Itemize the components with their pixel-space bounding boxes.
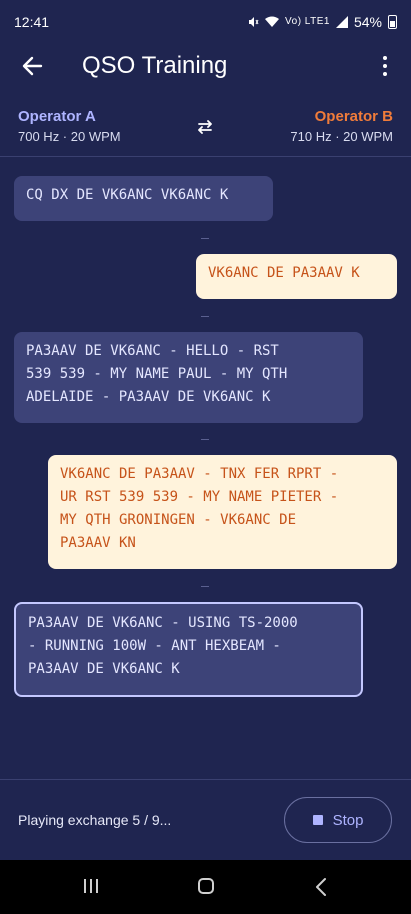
stop-button[interactable]: Stop (284, 797, 392, 843)
home-button[interactable] (198, 878, 214, 894)
message-bubble-operator-a: CQ DX DE VK6ANC VK6ANC K (14, 176, 273, 221)
page-title: QSO Training (82, 52, 228, 79)
battery-icon (388, 15, 397, 29)
wifi-icon (265, 16, 280, 27)
network-icons: Vo) LTE1 (285, 16, 330, 27)
operator-header: Operator A 700 Hz · 20 WPM Operator B 71… (0, 100, 411, 156)
operator-b[interactable]: Operator B 710 Hz · 20 WPM (290, 108, 393, 144)
app-bar: QSO Training (0, 44, 411, 88)
back-button[interactable] (16, 50, 48, 82)
message-list[interactable]: CQ DX DE VK6ANC VK6ANC K VK6ANC DE PA3AA… (0, 157, 411, 779)
message-separator (201, 316, 209, 317)
playback-footer: Playing exchange 5 / 9... Stop (0, 780, 411, 860)
message-bubble-operator-b: VK6ANC DE PA3AAV - TNX FER RPRT - UR RST… (48, 455, 397, 569)
stop-icon (312, 815, 323, 825)
operator-b-settings: 710 Hz · 20 WPM (290, 129, 393, 144)
message-separator (201, 238, 209, 239)
message-bubble-operator-b: VK6ANC DE PA3AAV K (196, 254, 397, 299)
message-separator (201, 439, 209, 440)
system-back-button[interactable] (314, 877, 328, 902)
operator-b-name: Operator B (314, 108, 393, 125)
message-bubble-operator-a: PA3AAV DE VK6ANC - HELLO - RST 539 539 -… (14, 332, 363, 423)
battery-level: 54% (353, 14, 382, 30)
signal-icon (335, 16, 348, 28)
swap-horiz-icon (198, 120, 212, 134)
operator-a-name: Operator A (18, 108, 96, 125)
message-separator (201, 586, 209, 587)
more-options-button[interactable] (373, 50, 397, 82)
operator-a-settings: 700 Hz · 20 WPM (18, 129, 121, 144)
status-bar: 12:41 Vo) LTE1 54% (0, 0, 411, 44)
status-indicators: Vo) LTE1 54% (247, 14, 397, 30)
recents-icon (84, 879, 86, 893)
stop-label: Stop (332, 811, 364, 829)
chevron-left-icon (316, 878, 326, 896)
status-time: 12:41 (14, 14, 50, 30)
system-nav-bar (0, 860, 411, 914)
swap-operators-button[interactable] (195, 118, 215, 141)
arrow-back-icon (22, 56, 43, 76)
playback-status: Playing exchange 5 / 9... (18, 812, 172, 828)
recent-apps-button[interactable] (84, 879, 98, 893)
message-bubble-operator-a-active: PA3AAV DE VK6ANC - USING TS-2000 - RUNNI… (14, 602, 363, 697)
more-vert-icon (383, 56, 387, 60)
operator-a[interactable]: Operator A 700 Hz · 20 WPM (18, 108, 121, 144)
mute-icon (249, 17, 259, 27)
